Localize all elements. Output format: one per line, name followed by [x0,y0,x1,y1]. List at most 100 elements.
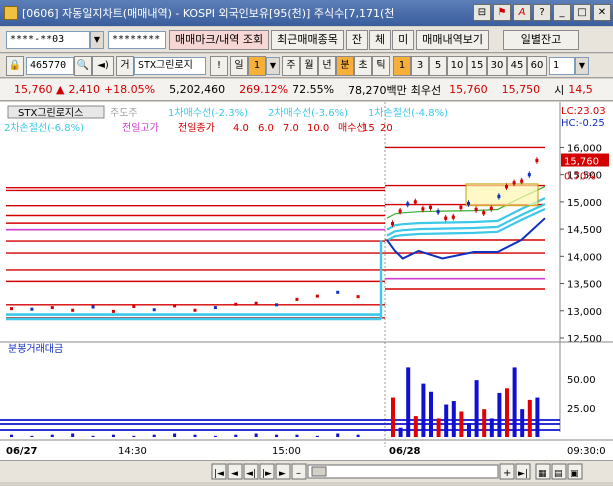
volume-value: 5,202,460 [169,83,226,96]
period-min-button[interactable]: 분 [336,55,354,76]
volume-bar-before-6 [132,435,136,437]
scroll-end-icon[interactable]: ►| [515,463,531,480]
volume-bar-before-12 [254,433,258,437]
speaker-icon[interactable]: ◄) [92,55,114,76]
recent-items-button[interactable]: 최근매매종목 [271,29,344,50]
time-label-0: 06/27 [6,446,38,457]
highlight-box [465,183,539,207]
volume-bar-before-2 [50,434,54,437]
candle-before-10 [213,306,217,310]
svg-text:▦: ▦ [538,469,547,479]
volume-bar-15 [505,388,509,437]
min-option-30[interactable]: 30 [487,55,507,76]
period-year-button[interactable]: 년 [318,55,336,76]
period-tick-button[interactable]: 틱 [372,55,390,76]
min-option-60[interactable]: 60 [527,55,547,76]
svg-text:►|: ►| [518,469,528,479]
maximize-icon[interactable]: □ [573,4,591,21]
volume-bar-before-1 [30,435,34,437]
daily-balance-button[interactable]: 일별잔고 [503,29,580,50]
scrollbar-track[interactable] [307,464,499,479]
period-day-button[interactable]: 일 [230,55,248,76]
day-count-dropdown-icon[interactable]: ▼ [266,56,280,75]
min-count-input[interactable]: 1 [549,56,575,75]
min-option-45[interactable]: 45 [507,55,527,76]
volume-bar-before-17 [356,434,360,437]
legend-item-5: 2차손절선(-6.8%) [4,121,84,134]
trade-history-button[interactable]: 매매내역보기 [416,29,490,50]
password-input[interactable]: ******** [108,30,166,49]
grid-icon[interactable]: ▤ [551,463,567,480]
svg-text:►: ► [279,469,286,479]
volume-bar-6 [436,418,441,437]
help-icon[interactable]: ? [533,4,551,21]
pin-icon[interactable]: ⊟ [473,4,491,21]
volume-bar-before-4 [91,435,95,437]
flag-icon[interactable]: ⚑ [493,4,511,21]
period-week-button[interactable]: 주 [282,55,300,76]
zoom-out-icon[interactable]: – [291,463,307,480]
y-tick-label-3: 14,500 [567,225,602,236]
balance-button[interactable]: 잔 [345,29,369,50]
name-input[interactable]: STX그린로지 [134,56,206,75]
minimize-icon[interactable]: _ [553,4,571,21]
scroll-prev-icon[interactable]: ◄| [243,463,259,480]
min-option-10[interactable]: 10 [447,55,467,76]
volume-bar-11 [474,380,479,437]
min-option-1[interactable]: 1 [393,55,411,76]
volume-bar-4 [421,383,426,437]
window-buttons: ⊟ ⚑ A ? _ □ ✕ [473,4,611,21]
candle-before-13 [275,303,279,307]
min-option-5[interactable]: 5 [429,55,447,76]
alert-button[interactable]: ! [210,55,228,76]
scroll-left-icon[interactable]: ◄ [227,463,243,480]
legend-item-8: 4.0 [233,123,249,134]
unexecuted-button[interactable]: 미 [392,29,415,50]
candle-before-11 [234,302,238,306]
candle-after-15 [505,185,508,189]
pct-tag: 0.70% [564,172,596,183]
day-count[interactable]: 1 [248,55,266,76]
lc-label: LC:23.03 [561,106,606,117]
price-chart[interactable]: STX그린로지스 주도주 1차매수선(-2.3%) 2차매수선(-3.6%) 1차손절선… [0,102,613,460]
execution-button[interactable]: 체 [369,29,392,50]
scroll-right-icon[interactable]: ► [275,463,291,480]
zoom-in-icon[interactable]: + [499,463,515,480]
expand-icon[interactable]: ▣ [567,463,583,480]
candle-after-10 [467,201,470,206]
min-option-15[interactable]: 15 [467,55,487,76]
account-dropdown-icon[interactable]: ▼ [90,30,104,49]
account-input[interactable]: ****-**03 [6,30,90,49]
trade-mark-query-button[interactable]: 매매마크/내역 조회 [169,29,270,50]
prefix-label[interactable]: 거 [116,55,134,76]
font-a-icon[interactable]: A [513,4,531,21]
code-input[interactable]: 465770 [26,56,74,75]
volume-bar-1 [398,427,403,437]
best-ask-value: 15,760 [449,83,488,96]
candle-before-5 [111,309,115,313]
scroll-next-icon[interactable]: |► [259,463,275,480]
candle-before-12 [254,301,258,305]
volume-bar-before-16 [336,433,340,437]
volume-bar-2 [406,367,411,437]
period-month-button[interactable]: 월 [300,55,318,76]
svg-text:◄: ◄ [231,469,238,479]
candle-before-6 [132,304,136,308]
volume-panel-title: 분봉거래대금 [8,343,63,355]
close-icon[interactable]: ✕ [593,4,611,21]
candle-before-0 [10,307,13,311]
lock-icon[interactable]: 🔒 [6,55,24,76]
volume-bar-before-0 [10,434,13,437]
legend-name: STX그린로지스 [18,107,83,119]
scroll-first-icon[interactable]: |◄ [211,463,227,480]
settings-icon[interactable]: ▦ [535,463,551,480]
chart-area[interactable]: STX그린로지스 주도주 1차매수선(-2.3%) 2차매수선(-3.6%) 1차손절선… [0,102,613,482]
search-icon[interactable]: 🔍 [74,55,92,76]
candle-after-12 [482,211,486,215]
min-option-3[interactable]: 3 [411,55,429,76]
candle-before-15 [315,294,319,298]
period-sec-button[interactable]: 초 [354,55,372,76]
min-count-dropdown-icon[interactable]: ▼ [575,56,589,75]
best-bid-value: 15,750 [501,83,541,96]
volume-bar-7 [444,404,449,437]
